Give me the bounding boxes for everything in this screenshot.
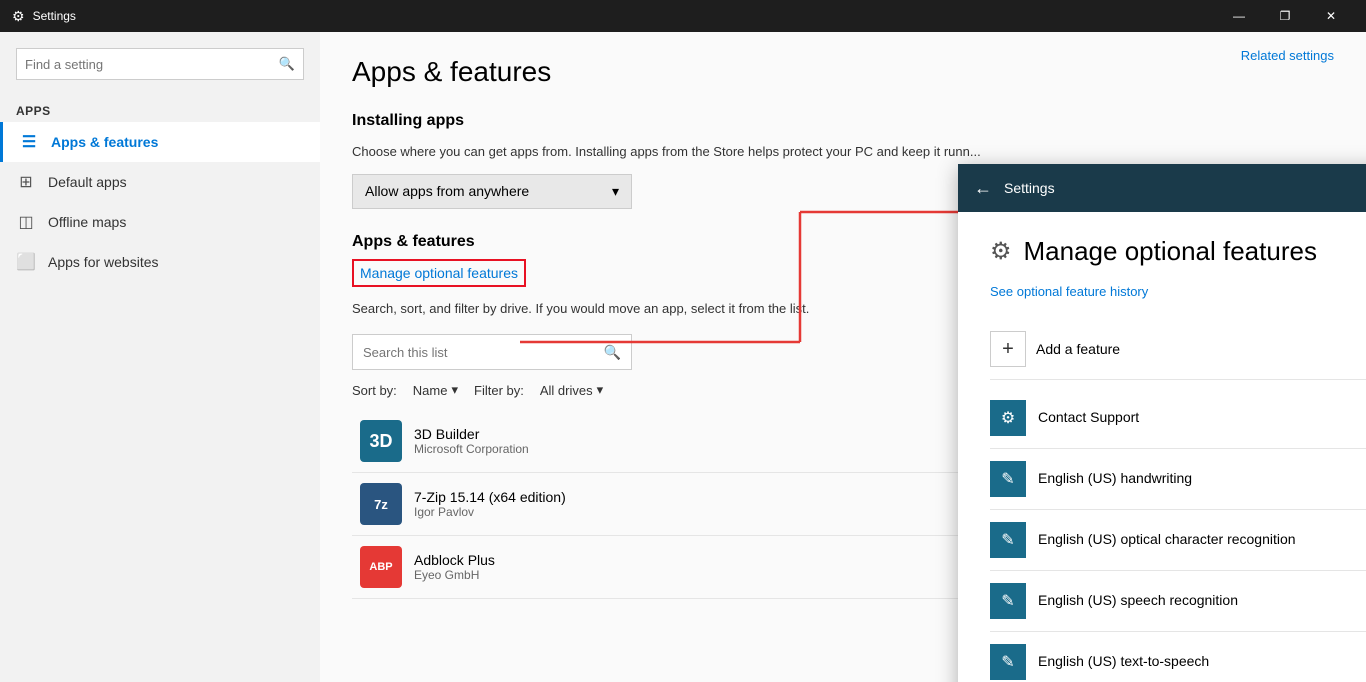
feature-info-en-us-speech: English (US) speech recognition	[1038, 592, 1366, 610]
installing-apps-desc: Choose where you can get apps from. Inst…	[352, 142, 1334, 162]
app-icon-adblock: ABP	[360, 546, 402, 588]
sort-button[interactable]: Name ▾	[413, 382, 458, 398]
apps-features-icon: ☰	[19, 132, 39, 152]
settings-panel-header: ← Settings	[958, 164, 1366, 212]
feature-info-en-us-handwriting: English (US) handwriting	[1038, 470, 1366, 488]
window-controls: — ❐ ✕	[1216, 0, 1354, 32]
see-history-link[interactable]: See optional feature history	[990, 284, 1148, 299]
feature-name-en-us-handwriting: English (US) handwriting	[1038, 470, 1192, 486]
title-bar-title: Settings	[33, 9, 1216, 23]
app-source-dropdown[interactable]: Allow apps from anywhere ▾	[352, 174, 632, 209]
related-settings-link[interactable]: Related settings	[1241, 48, 1334, 63]
feature-info-en-us-ocr: English (US) optical character recogniti…	[1038, 531, 1366, 549]
page-title: Apps & features	[352, 56, 1334, 88]
offline-maps-icon: ◫	[16, 212, 36, 232]
feature-item-en-us-handwriting[interactable]: ✎ English (US) handwriting 6.13 MB	[990, 449, 1366, 510]
filter-chevron-icon: ▾	[597, 382, 604, 398]
add-feature-button[interactable]: + Add a feature	[990, 319, 1366, 380]
search-input[interactable]	[25, 57, 279, 72]
feature-name-en-us-ocr: English (US) optical character recogniti…	[1038, 531, 1296, 547]
sidebar-item-default-apps[interactable]: ⊞ Default apps	[0, 162, 320, 202]
sidebar: 🔍 Apps ☰ Apps & features ⊞ Default apps …	[0, 32, 320, 682]
main-content: Related settings Apps & features Install…	[320, 32, 1366, 682]
app-body: 🔍 Apps ☰ Apps & features ⊞ Default apps …	[0, 32, 1366, 682]
feature-name-en-us-tts: English (US) text-to-speech	[1038, 653, 1209, 669]
feature-icon-en-us-ocr: ✎	[990, 522, 1026, 558]
feature-icon-en-us-speech: ✎	[990, 583, 1026, 619]
add-feature-icon: +	[990, 331, 1026, 367]
sidebar-item-apps-websites[interactable]: ⬜ Apps for websites	[0, 242, 320, 282]
settings-panel-page-title: ⚙ Manage optional features	[990, 236, 1366, 267]
sidebar-section-label: Apps	[0, 96, 320, 122]
sidebar-item-label: Offline maps	[48, 214, 126, 230]
sidebar-item-label: Default apps	[48, 174, 127, 190]
app-search-icon: 🔍	[604, 344, 621, 361]
settings-panel-page-title-text: Manage optional features	[1024, 236, 1317, 267]
manage-features-icon: ⚙	[990, 237, 1012, 266]
apps-websites-icon: ⬜	[16, 252, 36, 272]
search-icon: 🔍	[279, 56, 295, 72]
feature-icon-en-us-tts: ✎	[990, 644, 1026, 680]
sidebar-item-label: Apps for websites	[48, 254, 159, 270]
feature-item-en-us-speech[interactable]: ✎ English (US) speech recognition 94.9 M…	[990, 571, 1366, 632]
title-bar: ⚙ Settings — ❐ ✕	[0, 0, 1366, 32]
back-button[interactable]: ←	[974, 178, 992, 199]
app-icon-3d-builder: 3D	[360, 420, 402, 462]
installing-apps-title: Installing apps	[352, 112, 1334, 130]
maximize-button[interactable]: ❐	[1262, 0, 1308, 32]
sidebar-item-label: Apps & features	[51, 134, 158, 150]
feature-icon-en-us-handwriting: ✎	[990, 461, 1026, 497]
app-search-bar[interactable]: 🔍	[352, 334, 632, 370]
filter-label: Filter by:	[474, 383, 524, 398]
minimize-button[interactable]: —	[1216, 0, 1262, 32]
filter-value: All drives	[540, 383, 593, 398]
app-icon-7zip: 7z	[360, 483, 402, 525]
dropdown-chevron-icon: ▾	[612, 183, 619, 200]
feature-info-contact-support: Contact Support	[1038, 409, 1366, 427]
sort-chevron-icon: ▾	[451, 382, 458, 398]
feature-item-contact-support[interactable]: ⚙ Contact Support 1.37 MB	[990, 388, 1366, 449]
add-feature-label: Add a feature	[1036, 341, 1120, 357]
feature-icon-contact-support: ⚙	[990, 400, 1026, 436]
sort-value: Name	[413, 383, 448, 398]
app-search-input[interactable]	[363, 345, 604, 360]
settings-panel: ← Settings ⚙ Manage optional features Se…	[958, 164, 1366, 682]
close-button[interactable]: ✕	[1308, 0, 1354, 32]
sort-label: Sort by:	[352, 383, 397, 398]
feature-info-en-us-tts: English (US) text-to-speech	[1038, 653, 1366, 671]
search-box[interactable]: 🔍	[16, 48, 304, 80]
default-apps-icon: ⊞	[16, 172, 36, 192]
sidebar-item-apps-features[interactable]: ☰ Apps & features	[0, 122, 320, 162]
feature-item-en-us-ocr[interactable]: ✎ English (US) optical character recogni…	[990, 510, 1366, 571]
feature-item-en-us-tts[interactable]: ✎ English (US) text-to-speech 61.9 MB	[990, 632, 1366, 682]
sidebar-item-offline-maps[interactable]: ◫ Offline maps	[0, 202, 320, 242]
feature-name-en-us-speech: English (US) speech recognition	[1038, 592, 1238, 608]
feature-name-contact-support: Contact Support	[1038, 409, 1139, 425]
manage-optional-features-link[interactable]: Manage optional features	[352, 259, 526, 287]
settings-icon: ⚙	[12, 8, 25, 25]
dropdown-value: Allow apps from anywhere	[365, 183, 529, 199]
filter-button[interactable]: All drives ▾	[540, 382, 603, 398]
settings-panel-body: ⚙ Manage optional features See optional …	[958, 212, 1366, 682]
settings-panel-header-title: Settings	[1004, 180, 1055, 196]
